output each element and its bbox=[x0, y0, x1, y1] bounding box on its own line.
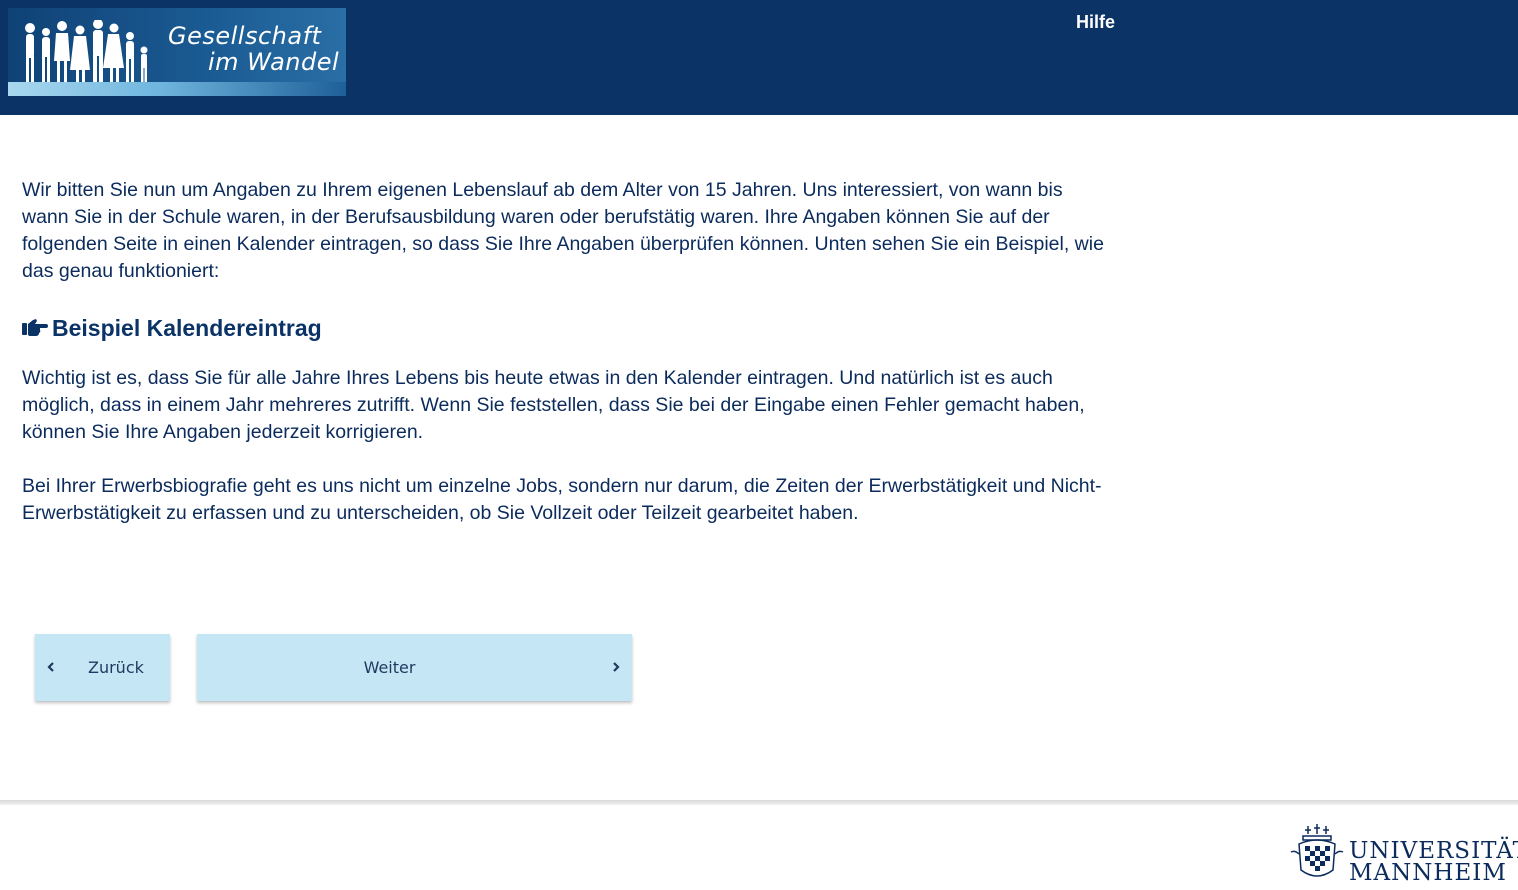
next-button-label: Weiter bbox=[363, 658, 416, 677]
next-button[interactable]: Weiter bbox=[197, 634, 632, 701]
footer-divider bbox=[0, 800, 1518, 805]
logo-title-line2: im Wandel bbox=[208, 48, 340, 76]
back-button-label: Zurück bbox=[88, 658, 144, 677]
people-silhouettes-icon bbox=[25, 20, 148, 84]
help-link[interactable]: Hilfe bbox=[1076, 12, 1115, 33]
logo-band bbox=[8, 82, 346, 96]
employment-biography-paragraph: Bei Ihrer Erwerbsbiografie geht es uns n… bbox=[22, 475, 1102, 524]
chevron-left-icon bbox=[47, 662, 54, 672]
logo-title-line1: Gesellschaft bbox=[168, 22, 322, 50]
site-header: Gesellschaft im Wandel Hilfe bbox=[0, 0, 1518, 115]
example-heading: Beispiel Kalendereintrag bbox=[22, 313, 1107, 343]
university-crest-icon bbox=[1290, 824, 1344, 877]
universitaet-mannheim-logo[interactable]: UNIVERSITÄT MANNHEIM bbox=[1287, 822, 1518, 886]
calendar-instructions-paragraph: Wichtig ist es, dass Sie für alle Jahre … bbox=[22, 367, 1085, 443]
university-name-line2: MANNHEIM bbox=[1349, 860, 1507, 886]
intro-paragraph: Wir bitten Sie nun um Angaben zu Ihrem e… bbox=[22, 179, 1104, 282]
hand-pointing-right-icon bbox=[22, 319, 48, 336]
back-button[interactable]: Zurück bbox=[35, 634, 170, 701]
main-content: Wir bitten Sie nun um Angaben zu Ihrem e… bbox=[22, 177, 1107, 527]
gesellschaft-im-wandel-logo[interactable]: Gesellschaft im Wandel bbox=[8, 8, 346, 96]
chevron-right-icon bbox=[613, 662, 620, 672]
example-heading-text: Beispiel Kalendereintrag bbox=[52, 314, 322, 341]
